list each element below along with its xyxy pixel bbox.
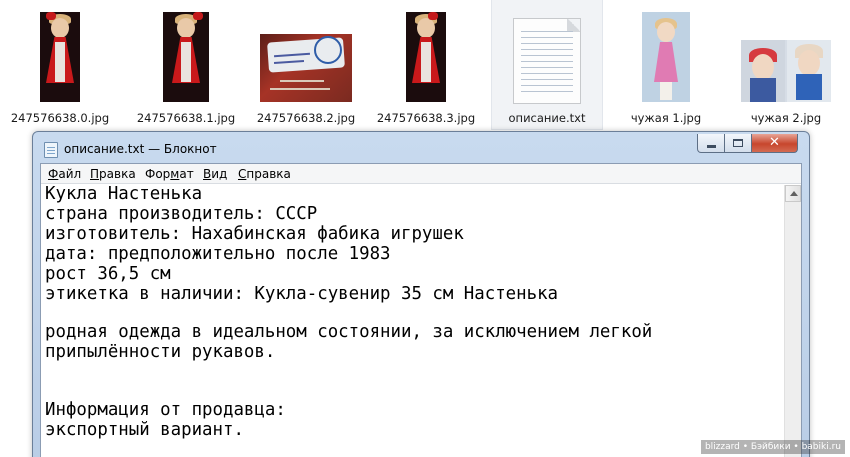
window-title: описание.txt — Блокнот [64, 142, 217, 156]
text-line: этикетка в наличии: Кукла-сувенир 35 см … [45, 284, 559, 304]
menu-format[interactable]: Формат [145, 167, 194, 181]
doll-photo-icon [406, 12, 446, 102]
file-item[interactable]: 247576638.2.jpg [251, 0, 361, 130]
file-item-selected[interactable]: описание.txt [491, 0, 603, 130]
text-line: припылённости рукавов. [45, 342, 276, 362]
file-name: 247576638.1.jpg [136, 111, 236, 125]
text-line: рост 36,5 см [45, 264, 171, 284]
menu-help[interactable]: Справка [238, 167, 291, 181]
close-icon: ✕ [769, 135, 780, 150]
minimize-button[interactable] [697, 134, 725, 153]
maximize-icon [733, 139, 743, 147]
doll-photo-icon [741, 40, 831, 102]
file-item[interactable]: 247576638.0.jpg [5, 0, 115, 130]
doll-photo-icon [40, 12, 80, 102]
text-line: изготовитель: Нахабинская фабика игрушек [45, 224, 464, 244]
doll-photo-icon [642, 12, 690, 102]
doll-photo-icon [163, 12, 209, 102]
file-item[interactable]: чужая 2.jpg [731, 0, 841, 130]
watermark: blizzard • Бэйбики • babiki.ru [700, 440, 845, 454]
text-line: экспортный вариант. [45, 420, 244, 440]
file-item[interactable]: 247576638.3.jpg [371, 0, 481, 130]
file-name: 247576638.2.jpg [256, 111, 356, 125]
file-name: описание.txt [508, 111, 586, 125]
text-editor[interactable]: Кукла Настенька страна производитель: СС… [41, 184, 785, 457]
text-line: дата: предположительно после 1983 [45, 244, 391, 264]
file-strip: 247576638.0.jpg 247576638.1.jpg 24757663… [0, 0, 850, 130]
text-line: родная одежда в идеальном состоянии, за … [45, 322, 653, 342]
text-line: Кукла Настенька [45, 184, 203, 204]
text-line: страна производитель: СССР [45, 204, 318, 224]
menu-file[interactable]: Файл [48, 167, 81, 181]
file-name: чужая 2.jpg [750, 111, 822, 125]
label-photo-icon [260, 34, 352, 102]
menu-bar: Файл Правка Формат Вид Справка [41, 164, 801, 184]
minimize-icon [707, 145, 716, 148]
scroll-up-icon [790, 191, 798, 196]
file-item[interactable]: 247576638.1.jpg [131, 0, 241, 130]
menu-view[interactable]: Вид [203, 167, 227, 181]
text-file-icon [513, 18, 581, 104]
title-bar[interactable]: описание.txt — Блокнот ✕ [33, 132, 809, 164]
maximize-button[interactable] [725, 134, 752, 153]
close-button[interactable]: ✕ [752, 134, 798, 153]
menu-edit[interactable]: Правка [90, 167, 136, 181]
notepad-window[interactable]: описание.txt — Блокнот ✕ Файл Правка Фор… [32, 131, 810, 457]
file-item[interactable]: чужая 1.jpg [611, 0, 721, 130]
text-line: Информация от продавца: [45, 400, 286, 420]
file-name: 247576638.0.jpg [10, 111, 110, 125]
file-name: 247576638.3.jpg [376, 111, 476, 125]
file-name: чужая 1.jpg [630, 111, 702, 125]
notepad-client-area: Файл Правка Формат Вид Справка Кукла Нас… [40, 163, 802, 457]
scroll-up-button[interactable] [785, 185, 801, 202]
notepad-icon [44, 142, 58, 158]
vertical-scrollbar[interactable] [784, 185, 801, 457]
